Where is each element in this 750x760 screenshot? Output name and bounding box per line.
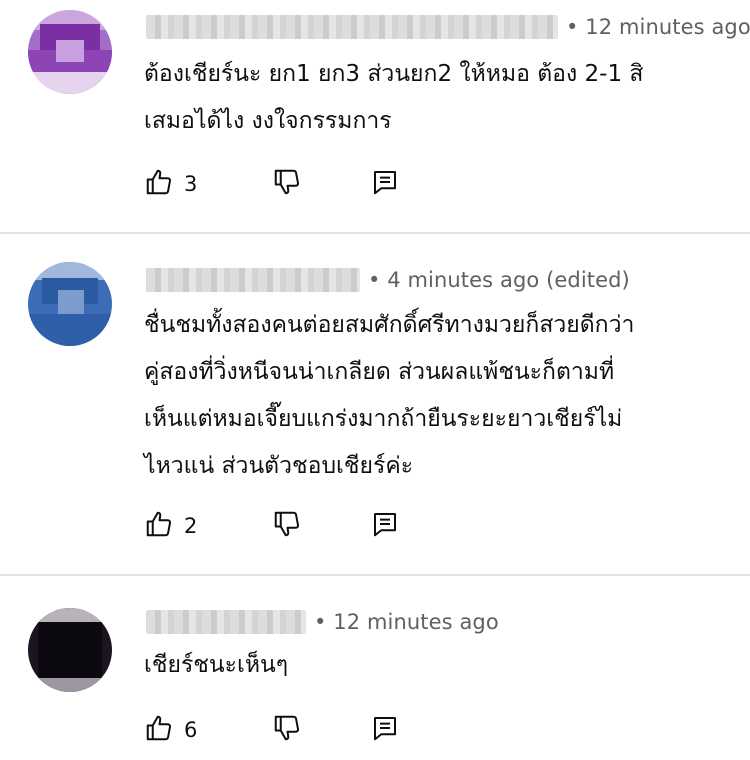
comment-divider — [0, 574, 750, 576]
comment-line: เห็นแต่หมอเจี๊ยบแกร่งมากถ้ายืนระยะยาวเชี… — [144, 406, 623, 432]
like-button[interactable]: 6 — [144, 714, 197, 746]
like-button[interactable]: 2 — [144, 510, 197, 542]
like-count: 2 — [184, 514, 198, 538]
like-count: 6 — [184, 718, 198, 742]
author-name[interactable] — [146, 268, 360, 292]
reply-icon — [370, 167, 400, 201]
like-count: 3 — [184, 172, 198, 196]
reply-button[interactable] — [370, 510, 400, 542]
thumb-down-icon — [272, 713, 302, 747]
avatar[interactable] — [28, 608, 112, 692]
thumb-up-icon — [144, 509, 174, 543]
dislike-button[interactable] — [272, 714, 302, 746]
comment-divider — [0, 232, 750, 234]
thumb-up-icon — [144, 167, 174, 201]
reply-icon — [370, 713, 400, 747]
comment-time: • 4 minutes ago (edited) — [368, 268, 630, 292]
thumb-up-icon — [144, 713, 174, 747]
comment-meta: • 12 minutes ago — [146, 607, 499, 637]
reply-button[interactable] — [370, 714, 400, 746]
reply-icon — [370, 509, 400, 543]
dislike-button[interactable] — [272, 510, 302, 542]
comment-text: ต้องเชียร์นะ ยก1 ยก3 ส่วนยก2 ให้หมอ ต้อง… — [144, 51, 744, 145]
author-name[interactable] — [146, 15, 558, 39]
comment-meta: • 4 minutes ago (edited) — [146, 265, 630, 295]
comment-line: ต้องเชียร์นะ ยก1 ยก3 ส่วนยก2 ให้หมอ ต้อง… — [144, 61, 644, 87]
author-name[interactable] — [146, 610, 306, 634]
avatar[interactable] — [28, 262, 112, 346]
thumb-down-icon — [272, 167, 302, 201]
comment-actions: 2 — [144, 510, 444, 542]
comment-actions: 3 — [144, 168, 444, 200]
comment-line: ชื่นชมทั้งสองคนต่อยสมศักดิ์ศรีทางมวยก็สว… — [144, 312, 635, 338]
comment-text: ชื่นชมทั้งสองคนต่อยสมศักดิ์ศรีทางมวยก็สว… — [144, 302, 744, 490]
comment-actions: 6 — [144, 714, 444, 746]
comment-text: เชียร์ชนะเห็นๆ — [144, 642, 744, 689]
reply-button[interactable] — [370, 168, 400, 200]
comment-line: เสมอได้ไง งงใจกรรมการ — [144, 108, 392, 134]
comment-line: เชียร์ชนะเห็นๆ — [144, 652, 289, 678]
comment-time: • 12 minutes ago — [314, 610, 499, 634]
like-button[interactable]: 3 — [144, 168, 197, 200]
thumb-down-icon — [272, 509, 302, 543]
comment-line: คู่สองที่วิ่งหนีจนน่าเกลียด ส่วนผลแพ้ชนะ… — [144, 359, 615, 385]
comment-meta: • 12 minutes ago — [146, 12, 750, 42]
avatar[interactable] — [28, 10, 112, 94]
comment-time: • 12 minutes ago — [566, 15, 750, 39]
comment-line: ไหวแน่ ส่วนตัวชอบเชียร์ค่ะ — [144, 453, 414, 479]
dislike-button[interactable] — [272, 168, 302, 200]
